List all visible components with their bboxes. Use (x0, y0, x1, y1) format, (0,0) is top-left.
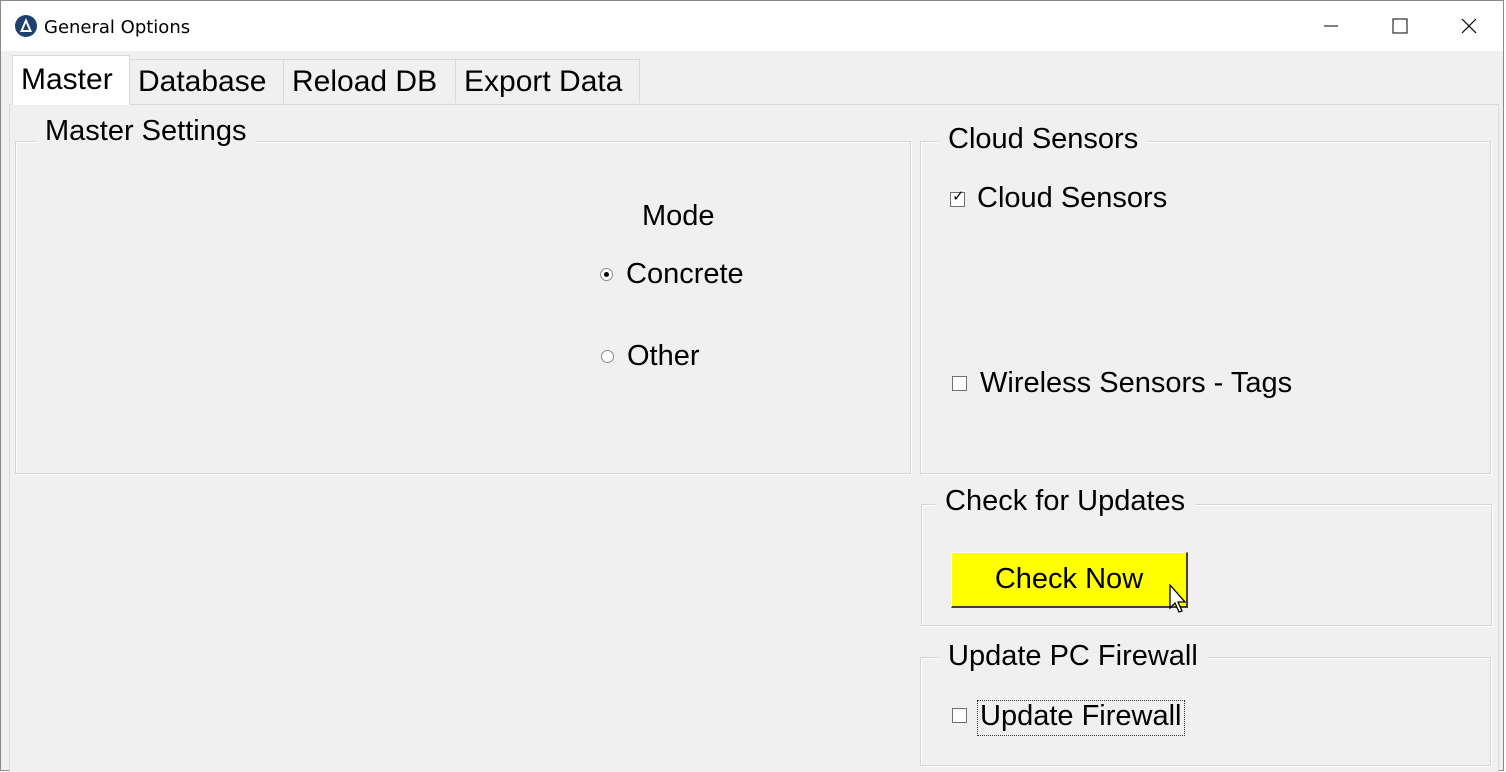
maximize-icon (1392, 18, 1408, 34)
mouse-pointer-icon (1169, 584, 1187, 613)
mode-label: Mode (642, 200, 715, 232)
cloud-sensors-checkbox-label[interactable]: Cloud Sensors (977, 182, 1167, 215)
minimize-icon (1324, 25, 1338, 27)
checkmark-icon: ✓ (952, 187, 965, 205)
other-radio[interactable] (601, 350, 614, 363)
master-settings-group (15, 141, 911, 474)
update-firewall-checkbox-label[interactable]: Update Firewall (980, 700, 1181, 733)
app-logo-icon (15, 15, 37, 37)
wireless-sensors-checkbox[interactable] (952, 376, 967, 391)
check-now-button[interactable]: Check Now (951, 552, 1188, 608)
concrete-radio[interactable] (600, 268, 613, 281)
concrete-radio-label[interactable]: Concrete (626, 258, 744, 291)
check-updates-title: Check for Updates (935, 485, 1196, 518)
tab-master[interactable]: Master (12, 55, 130, 105)
title-bar: General Options (1, 1, 1503, 51)
other-radio-label[interactable]: Other (627, 340, 700, 373)
close-button[interactable] (1435, 1, 1503, 51)
general-options-window: General Options Master Database Reload D… (0, 0, 1504, 772)
tab-database[interactable]: Database (129, 59, 284, 103)
tab-reload-db[interactable]: Reload DB (283, 59, 456, 103)
minimize-button[interactable] (1297, 1, 1365, 51)
window-title: General Options (44, 17, 191, 38)
maximize-button[interactable] (1366, 1, 1434, 51)
master-settings-title: Master Settings (35, 115, 257, 148)
cloud-sensors-checkbox[interactable]: ✓ (950, 187, 965, 207)
close-icon (1461, 18, 1477, 34)
tab-export-data[interactable]: Export Data (455, 59, 640, 103)
wireless-sensors-checkbox-label[interactable]: Wireless Sensors - Tags (980, 367, 1292, 400)
update-firewall-checkbox[interactable] (952, 708, 967, 723)
update-firewall-title: Update PC Firewall (938, 640, 1208, 673)
cloud-sensors-title: Cloud Sensors (938, 123, 1149, 156)
tab-strip: Master Database Reload DB Export Data (1, 51, 1503, 105)
